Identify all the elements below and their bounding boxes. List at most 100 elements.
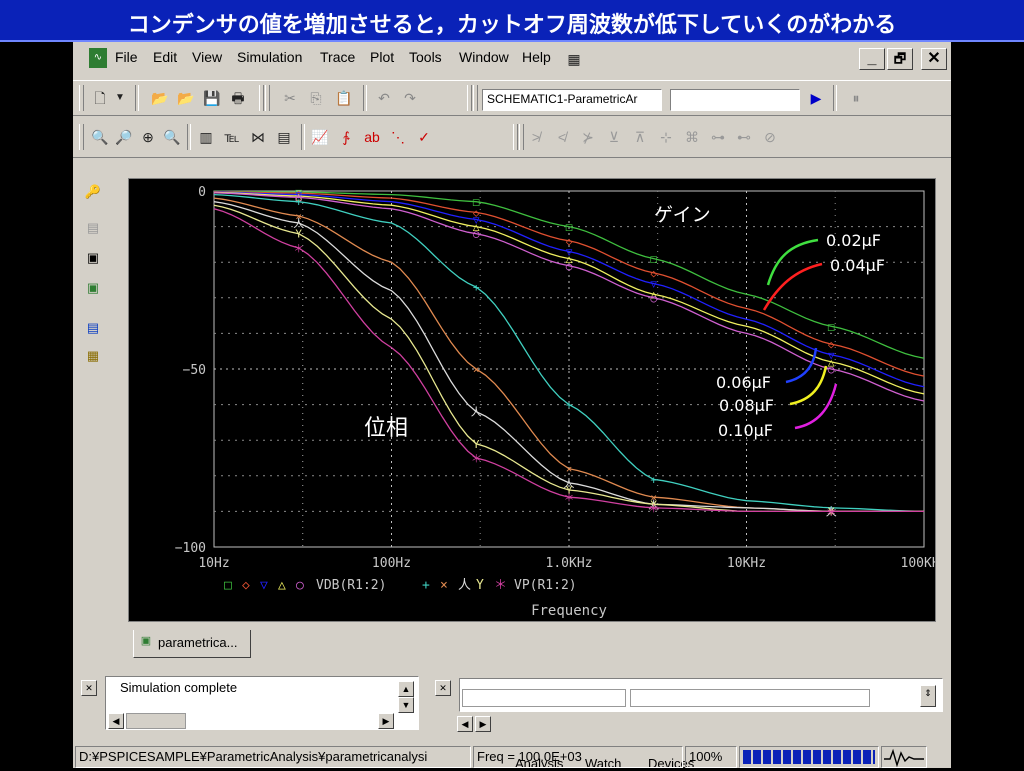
tab-next-button[interactable]: ▶ — [475, 716, 491, 732]
view-netlist-icon[interactable]: ▣ — [83, 278, 103, 298]
legend-marker: × — [440, 578, 448, 593]
cursor-peak-icon[interactable]: ≯ — [525, 126, 547, 148]
cursor-max-icon[interactable]: ⊼ — [629, 126, 651, 148]
plot-tab-label: parametrica... — [158, 635, 238, 650]
series-marker-8: Y — [473, 438, 480, 451]
close-watch-icon[interactable]: ✕ — [435, 680, 451, 696]
fourier-icon[interactable]: ℡ — [221, 126, 243, 148]
waveform-icon[interactable]: ▦ — [83, 346, 103, 366]
view-output-icon[interactable]: ▣ — [83, 248, 103, 268]
pause-icon[interactable]: ⏸ — [845, 87, 867, 109]
mark-points-icon[interactable]: ⋱ — [387, 126, 409, 148]
undo-icon[interactable]: ↶ — [373, 87, 395, 109]
toolbar-grip — [79, 124, 84, 150]
performance-icon[interactable]: ⋈ — [247, 126, 269, 148]
status-freq: Freq = 100.0E+03 — [473, 746, 683, 768]
cursor-icon[interactable]: ✓ — [413, 126, 435, 148]
banner-title: コンデンサの値を増加させると，カットオフ周波数が低下していくのがわかる — [127, 13, 897, 38]
menu-edit[interactable]: Edit — [153, 49, 177, 65]
waveform-status-icon — [884, 748, 924, 767]
plot-tab[interactable]: ▣ parametrica... — [133, 630, 251, 658]
phase-label: 位相 — [364, 416, 409, 441]
scroll-right-button[interactable]: ▶ — [378, 713, 394, 729]
toolbar-separator — [135, 85, 139, 111]
x-tick-label: 1.0KHz — [546, 556, 593, 571]
scroll-left-button[interactable]: ◀ — [108, 713, 124, 729]
app-icon: ∿ — [89, 48, 107, 68]
add-text-icon[interactable]: ab — [361, 126, 383, 148]
horizontal-scrollbar-thumb[interactable] — [126, 713, 186, 729]
save-icon[interactable]: 💾 — [201, 87, 223, 109]
zoom-fit-icon[interactable]: 🔍 — [161, 126, 183, 148]
y-tick-label: −50 — [183, 363, 206, 378]
menu-plot[interactable]: Plot — [370, 49, 394, 65]
cursor-search-icon[interactable]: ⌘ — [681, 126, 703, 148]
watch-area: ⇕ — [459, 678, 943, 712]
help-mdi-icon[interactable]: ▦ — [563, 48, 585, 70]
zoom-in-icon[interactable]: 🔍 — [89, 126, 111, 148]
chevron-down-icon[interactable]: ▼ — [113, 87, 127, 109]
add-trace-icon[interactable]: 📈 — [309, 126, 331, 148]
message-icon[interactable]: ▤ — [83, 318, 103, 338]
x-axis-label: Frequency — [531, 603, 607, 619]
series-marker-9: ＊ — [826, 505, 837, 518]
scroll-down-button[interactable]: ▼ — [398, 697, 414, 713]
watch-scroll-button[interactable]: ⇕ — [920, 685, 936, 707]
cursor-label-icon[interactable]: ⊷ — [733, 126, 755, 148]
copy-icon[interactable]: ⎘ — [305, 87, 327, 109]
eval-goal-icon[interactable]: ∱ — [335, 126, 357, 148]
menu-window[interactable]: Window — [459, 49, 509, 65]
search-input[interactable] — [670, 89, 800, 111]
sim-settings-icon[interactable]: ▤ — [83, 218, 103, 238]
close-pane-icon[interactable]: ✕ — [81, 680, 97, 696]
open-recent-icon[interactable]: 📂 — [175, 87, 197, 109]
log-y-icon[interactable]: ▤ — [273, 126, 295, 148]
close-button[interactable]: ✕ — [921, 48, 947, 70]
menu-trace[interactable]: Trace — [320, 49, 355, 65]
scroll-up-button[interactable]: ▲ — [398, 681, 414, 697]
cursor-point-icon[interactable]: ⊹ — [655, 126, 677, 148]
menu-tools[interactable]: Tools — [409, 49, 442, 65]
series-marker-4: ○ — [473, 228, 480, 241]
series-marker-4: ○ — [828, 363, 835, 376]
cursor-slope-icon[interactable]: ⊁ — [577, 126, 599, 148]
toolbar-separator — [301, 124, 305, 150]
cap-label-008: 0.08μF — [719, 396, 775, 415]
run-icon[interactable]: ▶ — [805, 87, 827, 109]
side-toolbar: 🔑 ▤ ▣ ▣ ▤ ▦ — [73, 162, 113, 682]
menu-file[interactable]: File — [115, 49, 138, 65]
toolbar-grip — [79, 85, 84, 111]
redo-icon[interactable]: ↷ — [399, 87, 421, 109]
zoom-out-icon[interactable]: 🔎 — [113, 126, 135, 148]
paste-icon[interactable]: 📋 — [333, 87, 355, 109]
cut-icon[interactable]: ✂ — [279, 87, 301, 109]
cursor-min-icon[interactable]: ⊻ — [603, 126, 625, 148]
legend-marker: ○ — [296, 578, 304, 593]
probe-icon[interactable]: 🔑 — [83, 182, 103, 202]
status-path: D:¥PSPICESAMPLE¥ParametricAnalysis¥param… — [75, 746, 471, 768]
output-panel: ✕ Simulation complete ▲ ▼ ◀ ▶ — [77, 674, 425, 734]
plot-area[interactable]: 10Hz100Hz1.0KHz10KHz100KHz0−50−100 □□□□□… — [128, 178, 948, 622]
new-file-icon[interactable]: 🗋 — [89, 87, 111, 109]
x-tick-label: 10Hz — [198, 556, 229, 571]
series-marker-9: ＊ — [564, 491, 575, 504]
open-folder-icon[interactable]: 📂 — [149, 87, 171, 109]
log-x-icon[interactable]: ▥ — [195, 126, 217, 148]
zoom-area-icon[interactable]: ⊕ — [137, 126, 159, 148]
restore-button[interactable]: 🗗 — [887, 48, 913, 70]
print-icon[interactable]: 🖶 — [227, 87, 249, 109]
y-tick-label: −100 — [175, 541, 206, 556]
menu-help[interactable]: Help — [522, 49, 551, 65]
menu-view[interactable]: View — [192, 49, 222, 65]
tab-prev-button[interactable]: ◀ — [457, 716, 473, 732]
series-marker-6: × — [566, 463, 573, 476]
cap-label-010: 0.10μF — [718, 421, 774, 440]
minimize-button[interactable]: _ — [859, 48, 885, 70]
bode-chart[interactable]: 10Hz100Hz1.0KHz10KHz100KHz0−50−100 □□□□□… — [129, 179, 948, 621]
cursor-mark-icon[interactable]: ⊘ — [759, 126, 781, 148]
cursor-trough-icon[interactable]: ≮ — [551, 126, 573, 148]
menu-simulation[interactable]: Simulation — [237, 49, 302, 65]
series-marker-6: × — [473, 363, 480, 376]
cursor-next-icon[interactable]: ⊶ — [707, 126, 729, 148]
simulation-profile-select[interactable]: SCHEMATIC1-ParametricAr — [482, 89, 662, 111]
